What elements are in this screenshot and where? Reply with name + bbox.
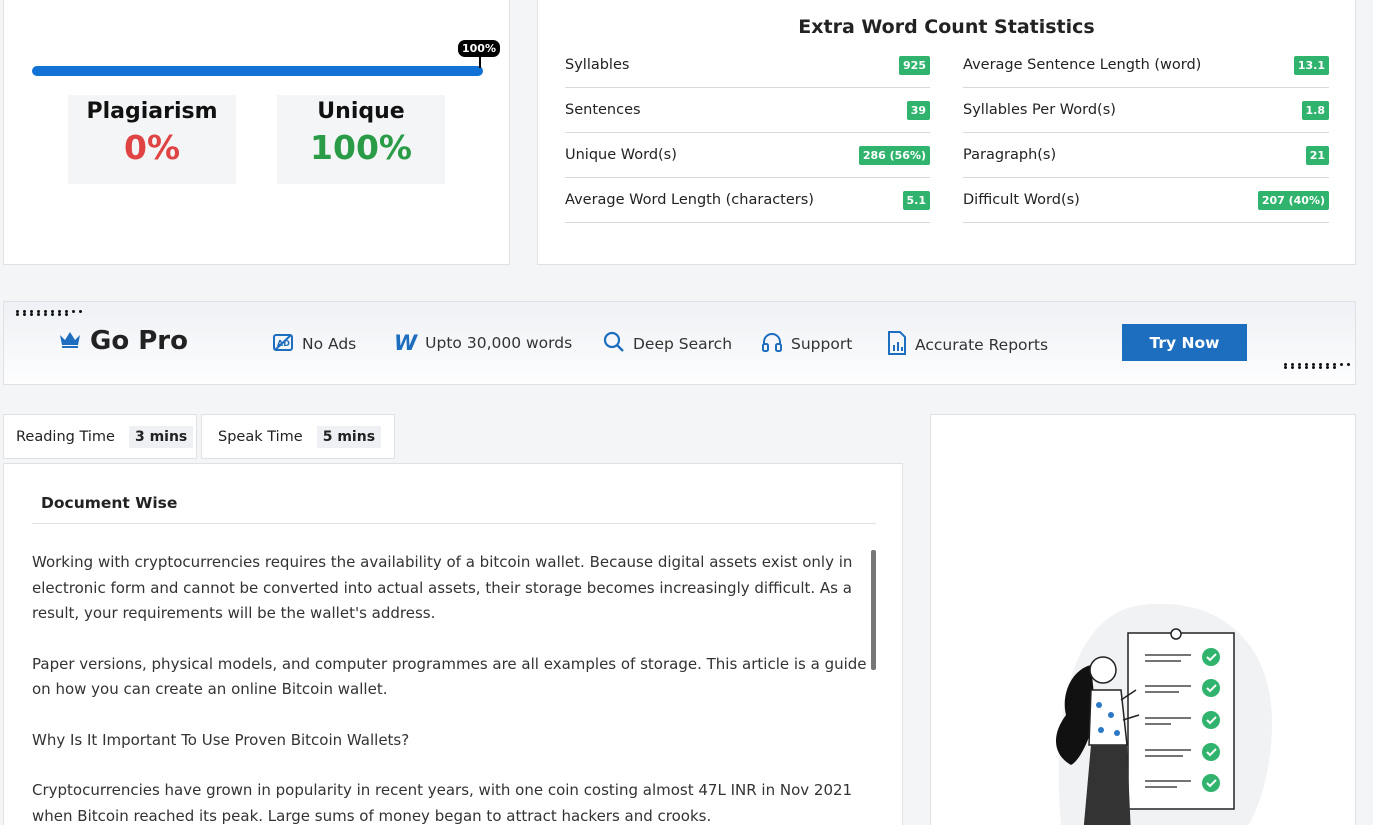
feature-accurate-reports: Accurate Reports	[887, 331, 1048, 359]
feature-deep-search: Deep Search	[603, 331, 732, 357]
scan-progress-fill	[32, 66, 483, 76]
stat-label: Syllables Per Word(s)	[963, 102, 1116, 118]
feature-word-limit: W Upto 30,000 words	[394, 331, 572, 355]
speak-time-label: Speak Time	[218, 428, 303, 445]
stat-label: Unique Word(s)	[565, 147, 677, 163]
go-pro-banner: Go Pro AD No Ads W Upto 30,000 words Dee…	[3, 301, 1356, 385]
decorative-dots	[16, 310, 86, 316]
plagiarism-result-card: 100% Plagiarism 0% Unique 100%	[3, 0, 510, 265]
stat-value-badge: 207 (40%)	[1257, 190, 1329, 210]
no-ads-icon: AD	[272, 331, 294, 357]
feature-label: Support	[791, 335, 853, 353]
w-icon: W	[394, 331, 418, 355]
plagiarism-label: Plagiarism	[86, 99, 218, 124]
document-scrollbar[interactable]	[871, 550, 876, 670]
stat-label: Paragraph(s)	[963, 147, 1057, 163]
feature-support: Support	[761, 331, 852, 357]
decorative-dots	[1284, 363, 1354, 369]
reading-time-value: 3 mins	[128, 425, 194, 448]
stat-label: Average Sentence Length (word)	[963, 57, 1202, 73]
feature-label: Upto 30,000 words	[425, 334, 573, 352]
document-heading: Document Wise	[32, 494, 876, 524]
reading-time-label: Reading Time	[16, 428, 115, 445]
stat-value-badge: 39	[906, 100, 930, 120]
stat-row: Sentences 39	[565, 88, 930, 133]
checklist-illustration	[1055, 603, 1273, 825]
feature-label: No Ads	[302, 335, 357, 353]
stat-label: Difficult Word(s)	[963, 192, 1080, 208]
stat-row: Average Word Length (characters) 5.1	[565, 178, 930, 223]
speak-time-value: 5 mins	[316, 425, 382, 448]
document-paragraph: Working with cryptocurrencies requires t…	[32, 553, 853, 622]
feature-no-ads: AD No Ads	[272, 331, 356, 357]
stat-row: Difficult Word(s) 207 (40%)	[963, 178, 1329, 223]
stat-row: Unique Word(s) 286 (56%)	[565, 133, 930, 178]
stat-value-badge: 13.1	[1293, 55, 1329, 75]
stat-value-badge: 1.8	[1301, 100, 1329, 120]
extra-stats-card: Extra Word Count Statistics Syllables 92…	[537, 0, 1356, 265]
reading-time-tab: Reading Time 3 mins	[3, 414, 197, 459]
stat-value-badge: 286 (56%)	[858, 145, 930, 165]
stat-row: Syllables 925	[565, 43, 930, 88]
go-pro-label: Go Pro	[90, 326, 188, 356]
stat-row: Average Sentence Length (word) 13.1	[963, 43, 1329, 88]
stat-label: Average Word Length (characters)	[565, 192, 814, 208]
unique-box: Unique 100%	[277, 95, 445, 184]
progress-percent-label: 100%	[458, 40, 500, 57]
illustration-panel	[930, 414, 1356, 825]
plagiarism-box: Plagiarism 0%	[68, 95, 236, 184]
feature-label: Deep Search	[633, 335, 733, 353]
unique-value: 100%	[310, 128, 412, 167]
speak-time-tab: Speak Time 5 mins	[201, 414, 395, 459]
search-icon	[603, 331, 625, 357]
stat-row: Syllables Per Word(s) 1.8	[963, 88, 1329, 133]
document-paragraph: Why Is It Important To Use Proven Bitcoi…	[32, 730, 410, 749]
document-panel: Document Wise Working with cryptocurrenc…	[3, 463, 903, 825]
stat-value-badge: 21	[1305, 145, 1329, 165]
document-text: Working with cryptocurrencies requires t…	[32, 550, 868, 825]
document-paragraph: Cryptocurrencies have grown in popularit…	[32, 781, 853, 825]
go-pro-title: Go Pro	[58, 326, 188, 356]
stat-value-badge: 5.1	[902, 190, 930, 210]
scan-progress-bar	[32, 66, 483, 76]
unique-label: Unique	[317, 99, 405, 124]
progress-tip-stem	[479, 56, 481, 68]
extra-stats-title: Extra Word Count Statistics	[798, 16, 1095, 38]
report-icon	[887, 331, 907, 359]
plagiarism-value: 0%	[123, 128, 181, 167]
crown-icon	[58, 326, 82, 356]
stat-label: Sentences	[565, 102, 641, 118]
stat-row: Paragraph(s) 21	[963, 133, 1329, 178]
stat-label: Syllables	[565, 57, 630, 73]
headphones-icon	[761, 331, 783, 357]
document-paragraph: Paper versions, physical models, and com…	[32, 654, 867, 699]
stat-value-badge: 925	[899, 55, 930, 75]
try-now-button[interactable]: Try Now	[1122, 324, 1247, 361]
feature-label: Accurate Reports	[915, 336, 1049, 354]
